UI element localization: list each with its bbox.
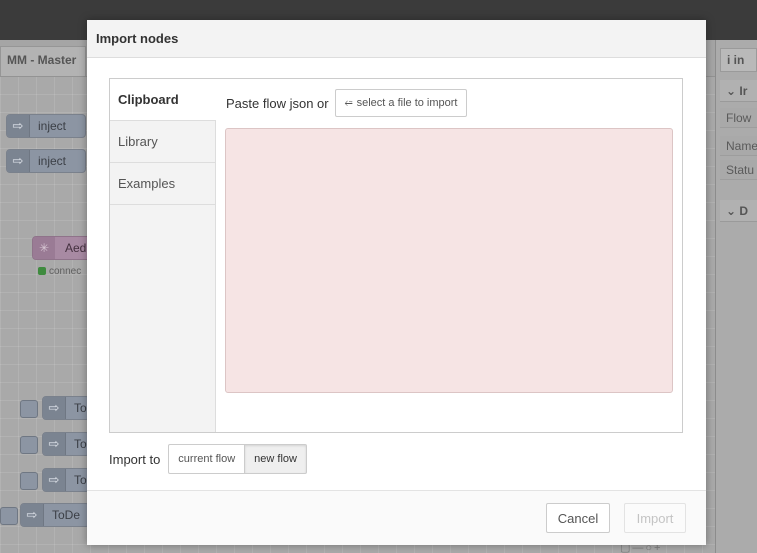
- new-flow-button[interactable]: new flow: [245, 444, 307, 474]
- node-label: Aed: [65, 241, 87, 255]
- cancel-button[interactable]: Cancel: [546, 503, 610, 533]
- sidebar-section: ⌄ Ir: [720, 80, 757, 102]
- sidebar-row: Statu: [720, 160, 757, 180]
- current-flow-button[interactable]: current flow: [168, 444, 246, 474]
- import-source-tabs: Clipboard Library Examples: [110, 79, 216, 432]
- sidebar-row: Flow: [720, 108, 757, 128]
- status-text: connec: [49, 266, 82, 277]
- flow-tab: MM - Master: [0, 46, 86, 76]
- tab-library[interactable]: Library: [110, 121, 215, 163]
- node-button: [20, 472, 38, 490]
- sidebar-section-label: D: [739, 204, 749, 218]
- node-status: connec: [38, 266, 81, 277]
- inject-node: ⇨ inject: [6, 114, 86, 138]
- node-label: To: [74, 437, 87, 451]
- inject-node: ⇨ inject: [6, 149, 86, 173]
- import-nodes-dialog: Import nodes Clipboard Library Examples …: [87, 20, 706, 545]
- function-node: ⇨ ToDe: [20, 503, 90, 527]
- paste-row: Paste flow json or ⭉ select a file to imp…: [226, 89, 468, 117]
- sidebar-row: Name: [720, 136, 757, 156]
- node-button: [0, 507, 18, 525]
- tab-clipboard[interactable]: Clipboard: [110, 79, 216, 121]
- paste-label: Paste flow json or: [226, 95, 329, 111]
- node-button: [20, 400, 38, 418]
- select-file-label: select a file to import: [356, 97, 458, 109]
- select-file-button[interactable]: ⭉ select a file to import: [334, 89, 468, 117]
- sidebar-tab-info: i in: [720, 48, 757, 72]
- flow-json-textarea[interactable]: [225, 128, 673, 393]
- sidebar-section-label: Ir: [739, 84, 748, 98]
- import-to-row: Import to current flow new flow: [109, 444, 307, 474]
- inject-arrow-icon: ⇨: [7, 115, 30, 137]
- node-label: ToDe: [52, 508, 81, 522]
- import-target-toggle: current flow new flow: [168, 444, 307, 474]
- node-arrow-icon: ⇨: [43, 469, 66, 491]
- dialog-title: Import nodes: [87, 20, 706, 58]
- status-dot-icon: [38, 267, 46, 276]
- node-label: inject: [38, 154, 67, 168]
- dialog-footer: Cancel Import: [87, 490, 706, 545]
- node-arrow-icon: ⇨: [43, 433, 66, 455]
- inject-arrow-icon: ⇨: [7, 150, 30, 172]
- node-arrow-icon: ⇨: [21, 504, 44, 526]
- tab-examples[interactable]: Examples: [110, 163, 215, 205]
- import-to-label: Import to: [109, 451, 161, 467]
- function-node: ⇨ To: [42, 396, 90, 420]
- screen: MM - Master ⇨ inject ⇨ inject ✳ Aed connec …: [0, 0, 757, 553]
- import-button[interactable]: Import: [624, 503, 686, 533]
- broker-icon: ✳: [33, 237, 55, 259]
- function-node: ⇨ To: [42, 468, 90, 492]
- function-node: ⇨ To: [42, 432, 90, 456]
- node-label: To: [74, 473, 87, 487]
- import-panel: Clipboard Library Examples Paste flow js…: [109, 78, 683, 433]
- node-arrow-icon: ⇨: [43, 397, 66, 419]
- node-label: To: [74, 401, 87, 415]
- upload-icon: ⭉: [344, 97, 353, 109]
- sidebar-section: ⌄ D: [720, 200, 757, 222]
- node-button: [20, 436, 38, 454]
- node-label: inject: [38, 119, 67, 133]
